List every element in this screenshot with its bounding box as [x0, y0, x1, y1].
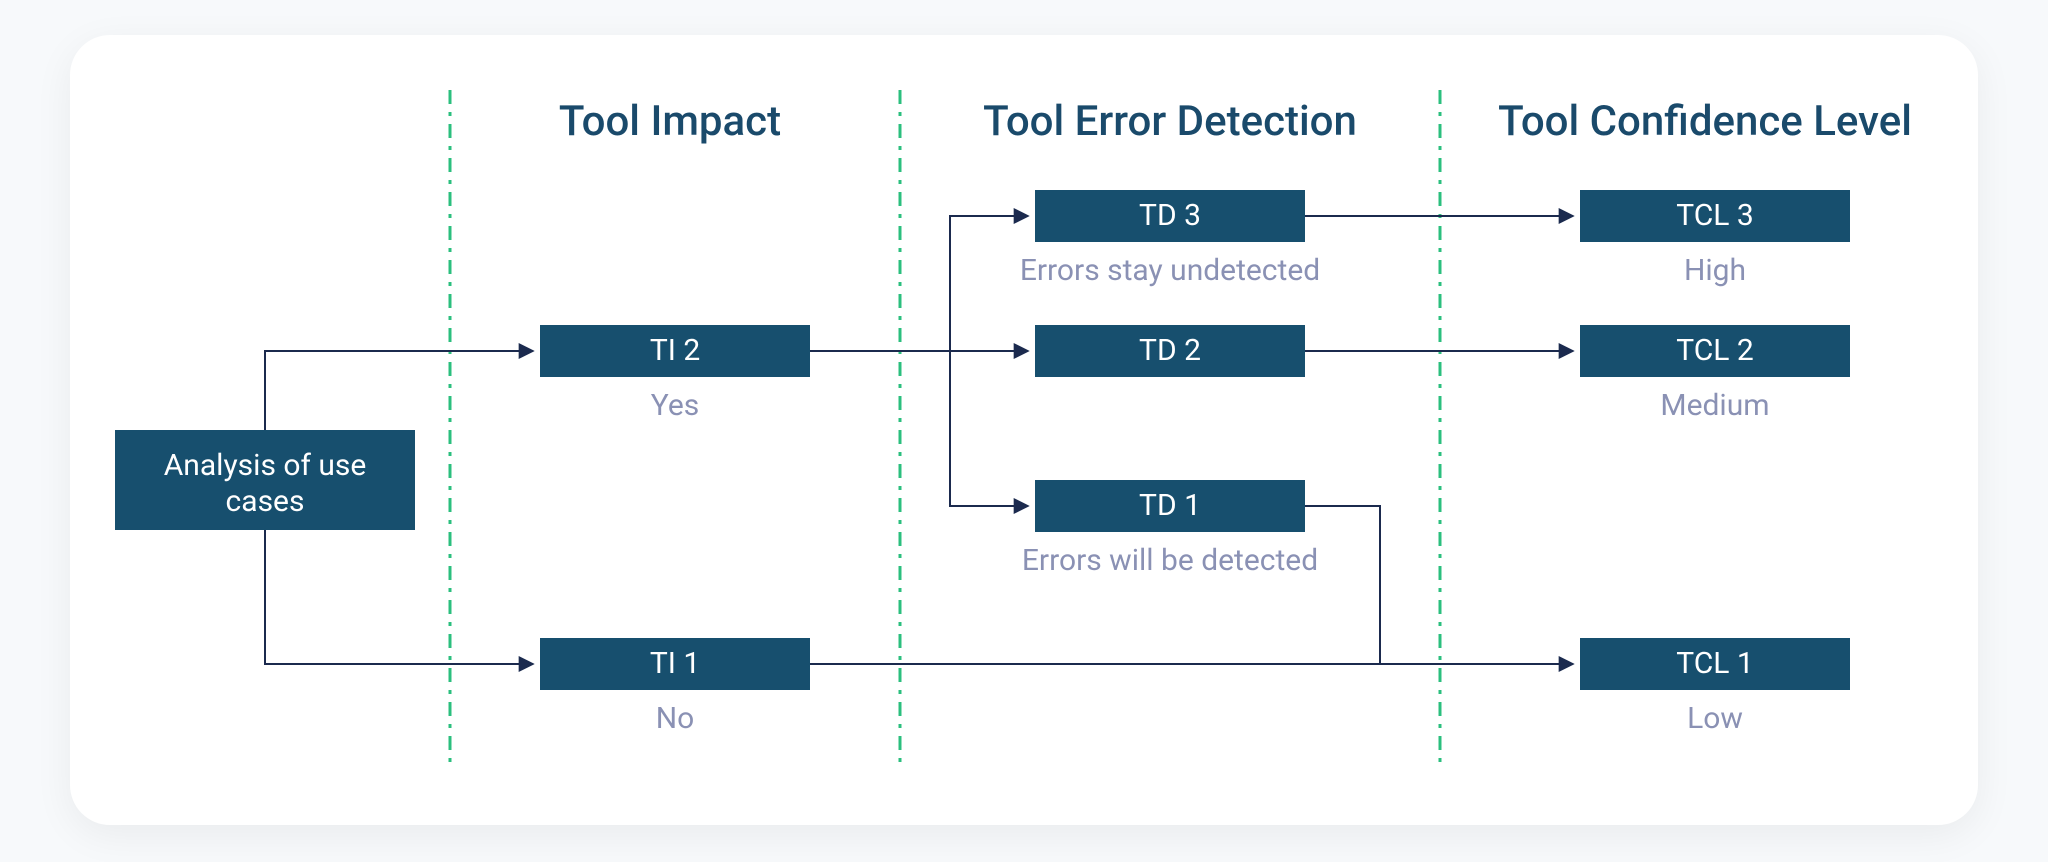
node-tcl1: TCL 1 Low: [1580, 638, 1850, 736]
edge-ti2-td3: [810, 216, 1027, 351]
node-tcl2-sub: Medium: [1660, 388, 1769, 423]
node-td1-label: TD 1: [1139, 488, 1201, 523]
node-ti2-sub: Yes: [651, 388, 699, 423]
node-ti2-label: TI 2: [650, 333, 700, 368]
edge-analysis-ti2: [265, 351, 532, 430]
col-title-impact: Tool Impact: [559, 97, 781, 146]
node-td3-sub: Errors stay undetected: [1020, 253, 1320, 288]
node-tcl2: TCL 2 Medium: [1580, 325, 1850, 423]
edge-analysis-ti1: [265, 530, 532, 664]
col-title-detection: Tool Error Detection: [983, 97, 1357, 146]
edge-ti2-td1: [810, 351, 1027, 506]
node-td2: TD 2: [1035, 325, 1305, 377]
node-tcl3: TCL 3 High: [1580, 190, 1850, 288]
node-tcl3-sub: High: [1684, 253, 1746, 288]
diagram-svg: Tool Impact Tool Error Detection Tool Co…: [70, 35, 1978, 825]
node-analysis: Analysis of use cases: [115, 430, 415, 530]
node-tcl1-label: TCL 1: [1676, 646, 1753, 681]
edge-td1-down: [1305, 506, 1380, 664]
col-title-confidence: Tool Confidence Level: [1498, 97, 1912, 146]
diagram-card: Tool Impact Tool Error Detection Tool Co…: [70, 35, 1978, 825]
node-ti1-label: TI 1: [650, 646, 700, 681]
node-tcl2-label: TCL 2: [1676, 333, 1753, 368]
node-analysis-label-1: Analysis of use: [164, 448, 367, 483]
node-ti1-sub: No: [656, 701, 695, 736]
node-td1: TD 1 Errors will be detected: [1022, 480, 1318, 578]
node-td1-sub: Errors will be detected: [1022, 543, 1318, 578]
node-tcl3-label: TCL 3: [1676, 198, 1753, 233]
node-td2-label: TD 2: [1139, 333, 1201, 368]
node-ti2: TI 2 Yes: [540, 325, 810, 423]
node-analysis-label-2: cases: [226, 484, 305, 519]
node-ti1: TI 1 No: [540, 638, 810, 736]
node-td3: TD 3 Errors stay undetected: [1020, 190, 1320, 288]
node-td3-label: TD 3: [1139, 198, 1201, 233]
node-tcl1-sub: Low: [1687, 701, 1743, 736]
